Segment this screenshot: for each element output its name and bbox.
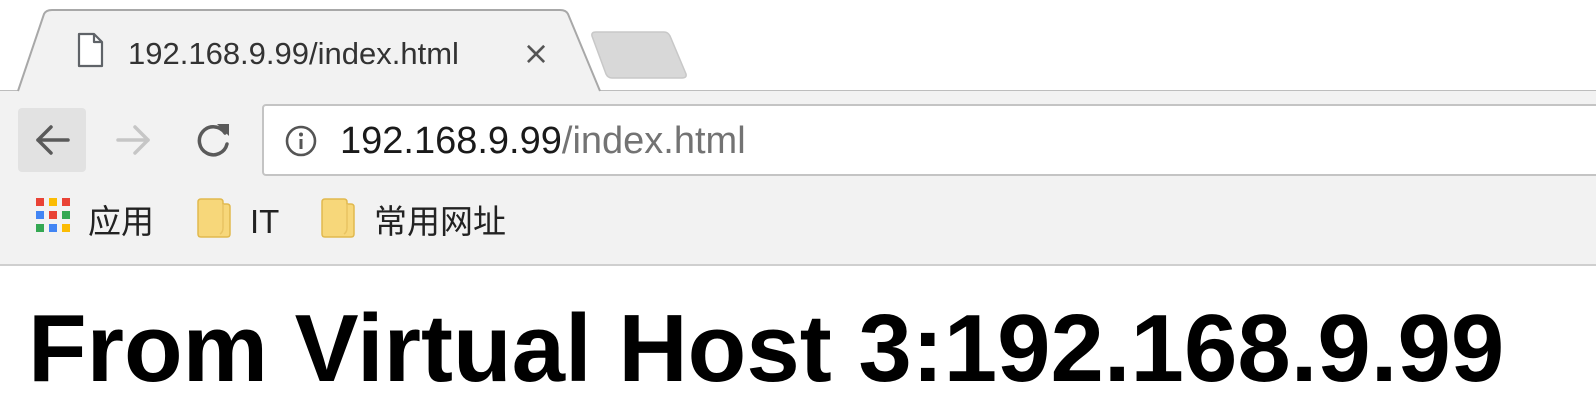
close-tab-icon[interactable]: ×: [520, 36, 552, 70]
reload-icon: [197, 124, 229, 157]
tab-strip: 192.168.9.99/index.html ×: [0, 0, 1596, 94]
page-icon: [77, 32, 104, 68]
new-tab-button[interactable]: [590, 28, 690, 80]
bookmark-label: IT: [250, 203, 280, 240]
forward-button[interactable]: [100, 108, 168, 172]
bookmark-label: 应用: [88, 203, 154, 240]
folder-icon: [197, 198, 231, 238]
apps-grid-icon: [36, 198, 70, 232]
info-icon[interactable]: [284, 124, 318, 158]
url-host: 192.168.9.99: [340, 120, 562, 162]
folder-icon: [321, 198, 355, 238]
forward-arrow-icon: [116, 125, 150, 155]
url-text[interactable]: 192.168.9.99/index.html: [340, 116, 746, 166]
back-button[interactable]: [18, 108, 86, 172]
browser-toolbar: 192.168.9.99/index.html 应用 IT 常用网址: [0, 92, 1596, 266]
page-heading: From Virtual Host 3:192.168.9.99: [28, 295, 1505, 402]
bookmark-label: 常用网址: [374, 203, 506, 240]
address-bar[interactable]: 192.168.9.99/index.html: [262, 104, 1596, 176]
tab-title: 192.168.9.99/index.html: [128, 36, 459, 71]
reload-button[interactable]: [180, 108, 248, 172]
back-arrow-icon: [36, 125, 70, 155]
url-path: /index.html: [561, 120, 746, 162]
